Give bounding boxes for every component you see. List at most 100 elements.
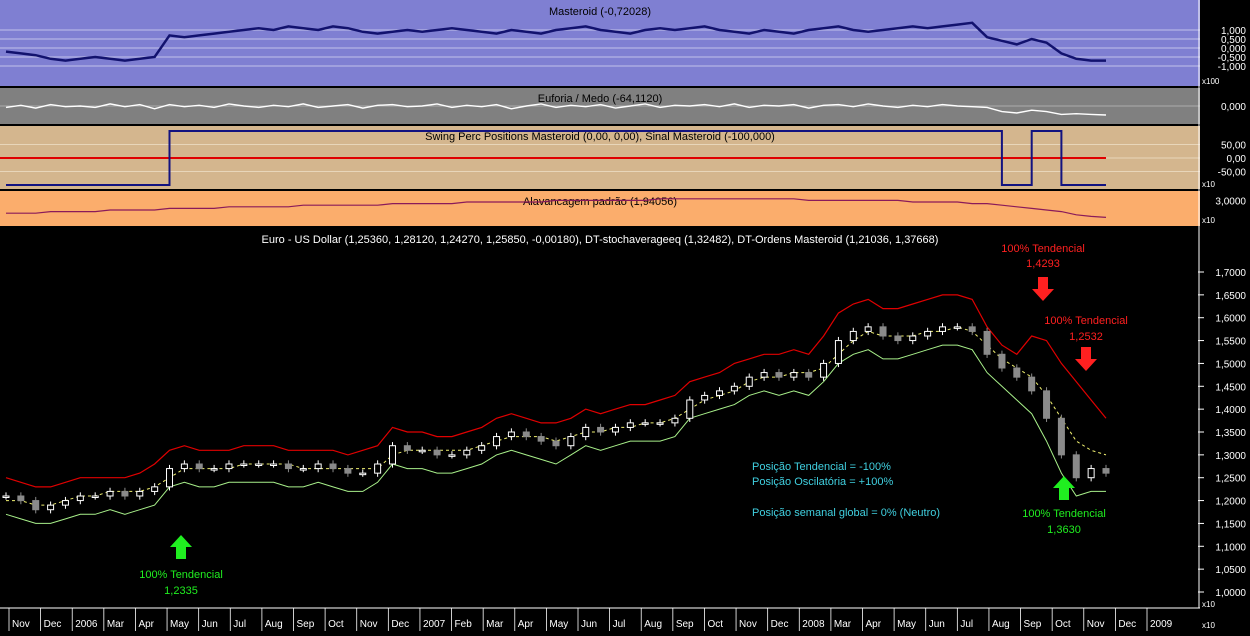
main-tick-label: 1,6000 [1215, 314, 1246, 325]
candle-body [1057, 417, 1065, 456]
x-axis-label: Feb [455, 619, 473, 630]
candle-body [953, 326, 961, 329]
candle-body [998, 353, 1006, 369]
candle-body [820, 362, 828, 378]
main-title: Euro - US Dollar (1,25360, 1,28120, 1,24… [262, 234, 939, 246]
swing-title: Swing Perc Positions Masteroid (0,00, 0,… [425, 131, 775, 143]
alavancagem-tick-label: 3,0000 [1215, 196, 1246, 207]
candle-body [849, 330, 857, 342]
candle-body [775, 372, 783, 378]
candle-body [32, 500, 40, 511]
candle-body [418, 449, 426, 453]
candle-body [2, 495, 10, 498]
ann-top-line2: 1,4293 [1026, 258, 1060, 270]
candle-body [210, 468, 218, 471]
x-axis-label: Nov [1087, 619, 1105, 630]
candle-body [121, 490, 129, 497]
candle-body [1028, 376, 1036, 392]
candle-body [374, 463, 382, 474]
x-axis-label: May [897, 619, 916, 630]
candle-body [864, 326, 872, 332]
x-axis-label: Sep [297, 619, 315, 630]
candle-body [225, 463, 233, 470]
x-axis-label: Apr [866, 619, 882, 630]
x-axis-label: 2008 [802, 619, 825, 630]
main-tick-label: 1,3500 [1215, 428, 1246, 439]
candle-body [463, 449, 471, 456]
main-tick-label: 1,3000 [1215, 451, 1246, 462]
main-tick-label: 1,6500 [1215, 291, 1246, 302]
x-axis-label: Dec [44, 619, 62, 630]
alavancagem-multiplier: x10 [1202, 216, 1215, 225]
position-global: Posição semanal global = 0% (Neutro) [752, 507, 940, 519]
main-tick-label: 1,4000 [1215, 405, 1246, 416]
candle-body [1043, 390, 1051, 419]
position-oscilatoria: Posição Oscilatória = +100% [752, 476, 893, 488]
candle-body [388, 445, 396, 465]
x-axis-label: Dec [771, 619, 789, 630]
candle-body [894, 335, 902, 342]
ann-right-bottom-line1: 100% Tendencial [1022, 508, 1106, 520]
candle-body [270, 463, 278, 466]
euforia-tick-label: 0,000 [1221, 102, 1246, 113]
x-axis-label: Aug [992, 619, 1010, 630]
ann-right-line1: 100% Tendencial [1044, 315, 1128, 327]
main-tick-label: 1,5500 [1215, 337, 1246, 348]
x-axis-label: Mar [486, 619, 504, 630]
x-axis-label: Sep [676, 619, 694, 630]
x-axis-label: Jul [960, 619, 973, 630]
main-tick-label: 1,1000 [1215, 542, 1246, 553]
candle-body [433, 449, 441, 456]
x-axis-multiplier: x10 [1202, 621, 1215, 630]
candle-body [493, 436, 501, 447]
candle-body [745, 376, 753, 387]
x-axis-label: Jun [929, 619, 945, 630]
candle-body [403, 445, 411, 451]
x-axis-label: 2006 [75, 619, 98, 630]
candle-body [909, 335, 917, 342]
candle-body [1072, 454, 1080, 479]
masteroid-tick-label: -1,000 [1218, 62, 1247, 73]
ann-top-line1: 100% Tendencial [1001, 243, 1085, 255]
candle-body [344, 468, 352, 474]
candle-body [1013, 367, 1021, 378]
main-tick-label: 1,5000 [1215, 359, 1246, 370]
candle-body [924, 330, 932, 337]
candle-body [730, 385, 738, 392]
x-axis-label: Oct [1055, 619, 1071, 630]
x-axis-label: Oct [707, 619, 723, 630]
main-tick-label: 1,0000 [1215, 588, 1246, 599]
candle-body [537, 436, 545, 442]
masteroid-multiplier: x100 [1202, 77, 1220, 86]
candle-body [329, 463, 337, 470]
candle-body [983, 330, 991, 355]
main-tick-label: 1,2000 [1215, 497, 1246, 508]
x-axis-label: Nov [739, 619, 757, 630]
candle-body [686, 399, 694, 419]
ann-left-bottom-line1: 100% Tendencial [139, 569, 223, 581]
x-axis-label: Nov [12, 619, 30, 630]
candle-body [507, 431, 515, 438]
x-axis-label: Aug [265, 619, 283, 630]
main-tick-label: 1,0500 [1215, 565, 1246, 576]
candle-body [76, 495, 84, 502]
candle-body [626, 422, 634, 428]
main-tick-label: 1,7000 [1215, 268, 1246, 279]
ann-right-line2: 1,2532 [1069, 331, 1103, 343]
candle-body [552, 440, 560, 447]
candle-body [240, 463, 248, 466]
x-axis-label: May [170, 619, 189, 630]
ann-left-bottom-line2: 1,2335 [164, 585, 198, 597]
x-axis-label: Sep [1024, 619, 1042, 630]
x-axis-label: Dec [391, 619, 409, 630]
candle-body [180, 463, 188, 470]
candle-body [760, 372, 768, 378]
x-axis-label: Dec [1118, 619, 1136, 630]
candle-body [448, 454, 456, 457]
main-multiplier: x10 [1202, 600, 1215, 609]
candle-body [790, 372, 798, 378]
candle-body [17, 495, 25, 502]
main-tick-label: 1,1500 [1215, 519, 1246, 530]
main-tick-label: 1,2500 [1215, 474, 1246, 485]
candle-body [582, 426, 590, 438]
